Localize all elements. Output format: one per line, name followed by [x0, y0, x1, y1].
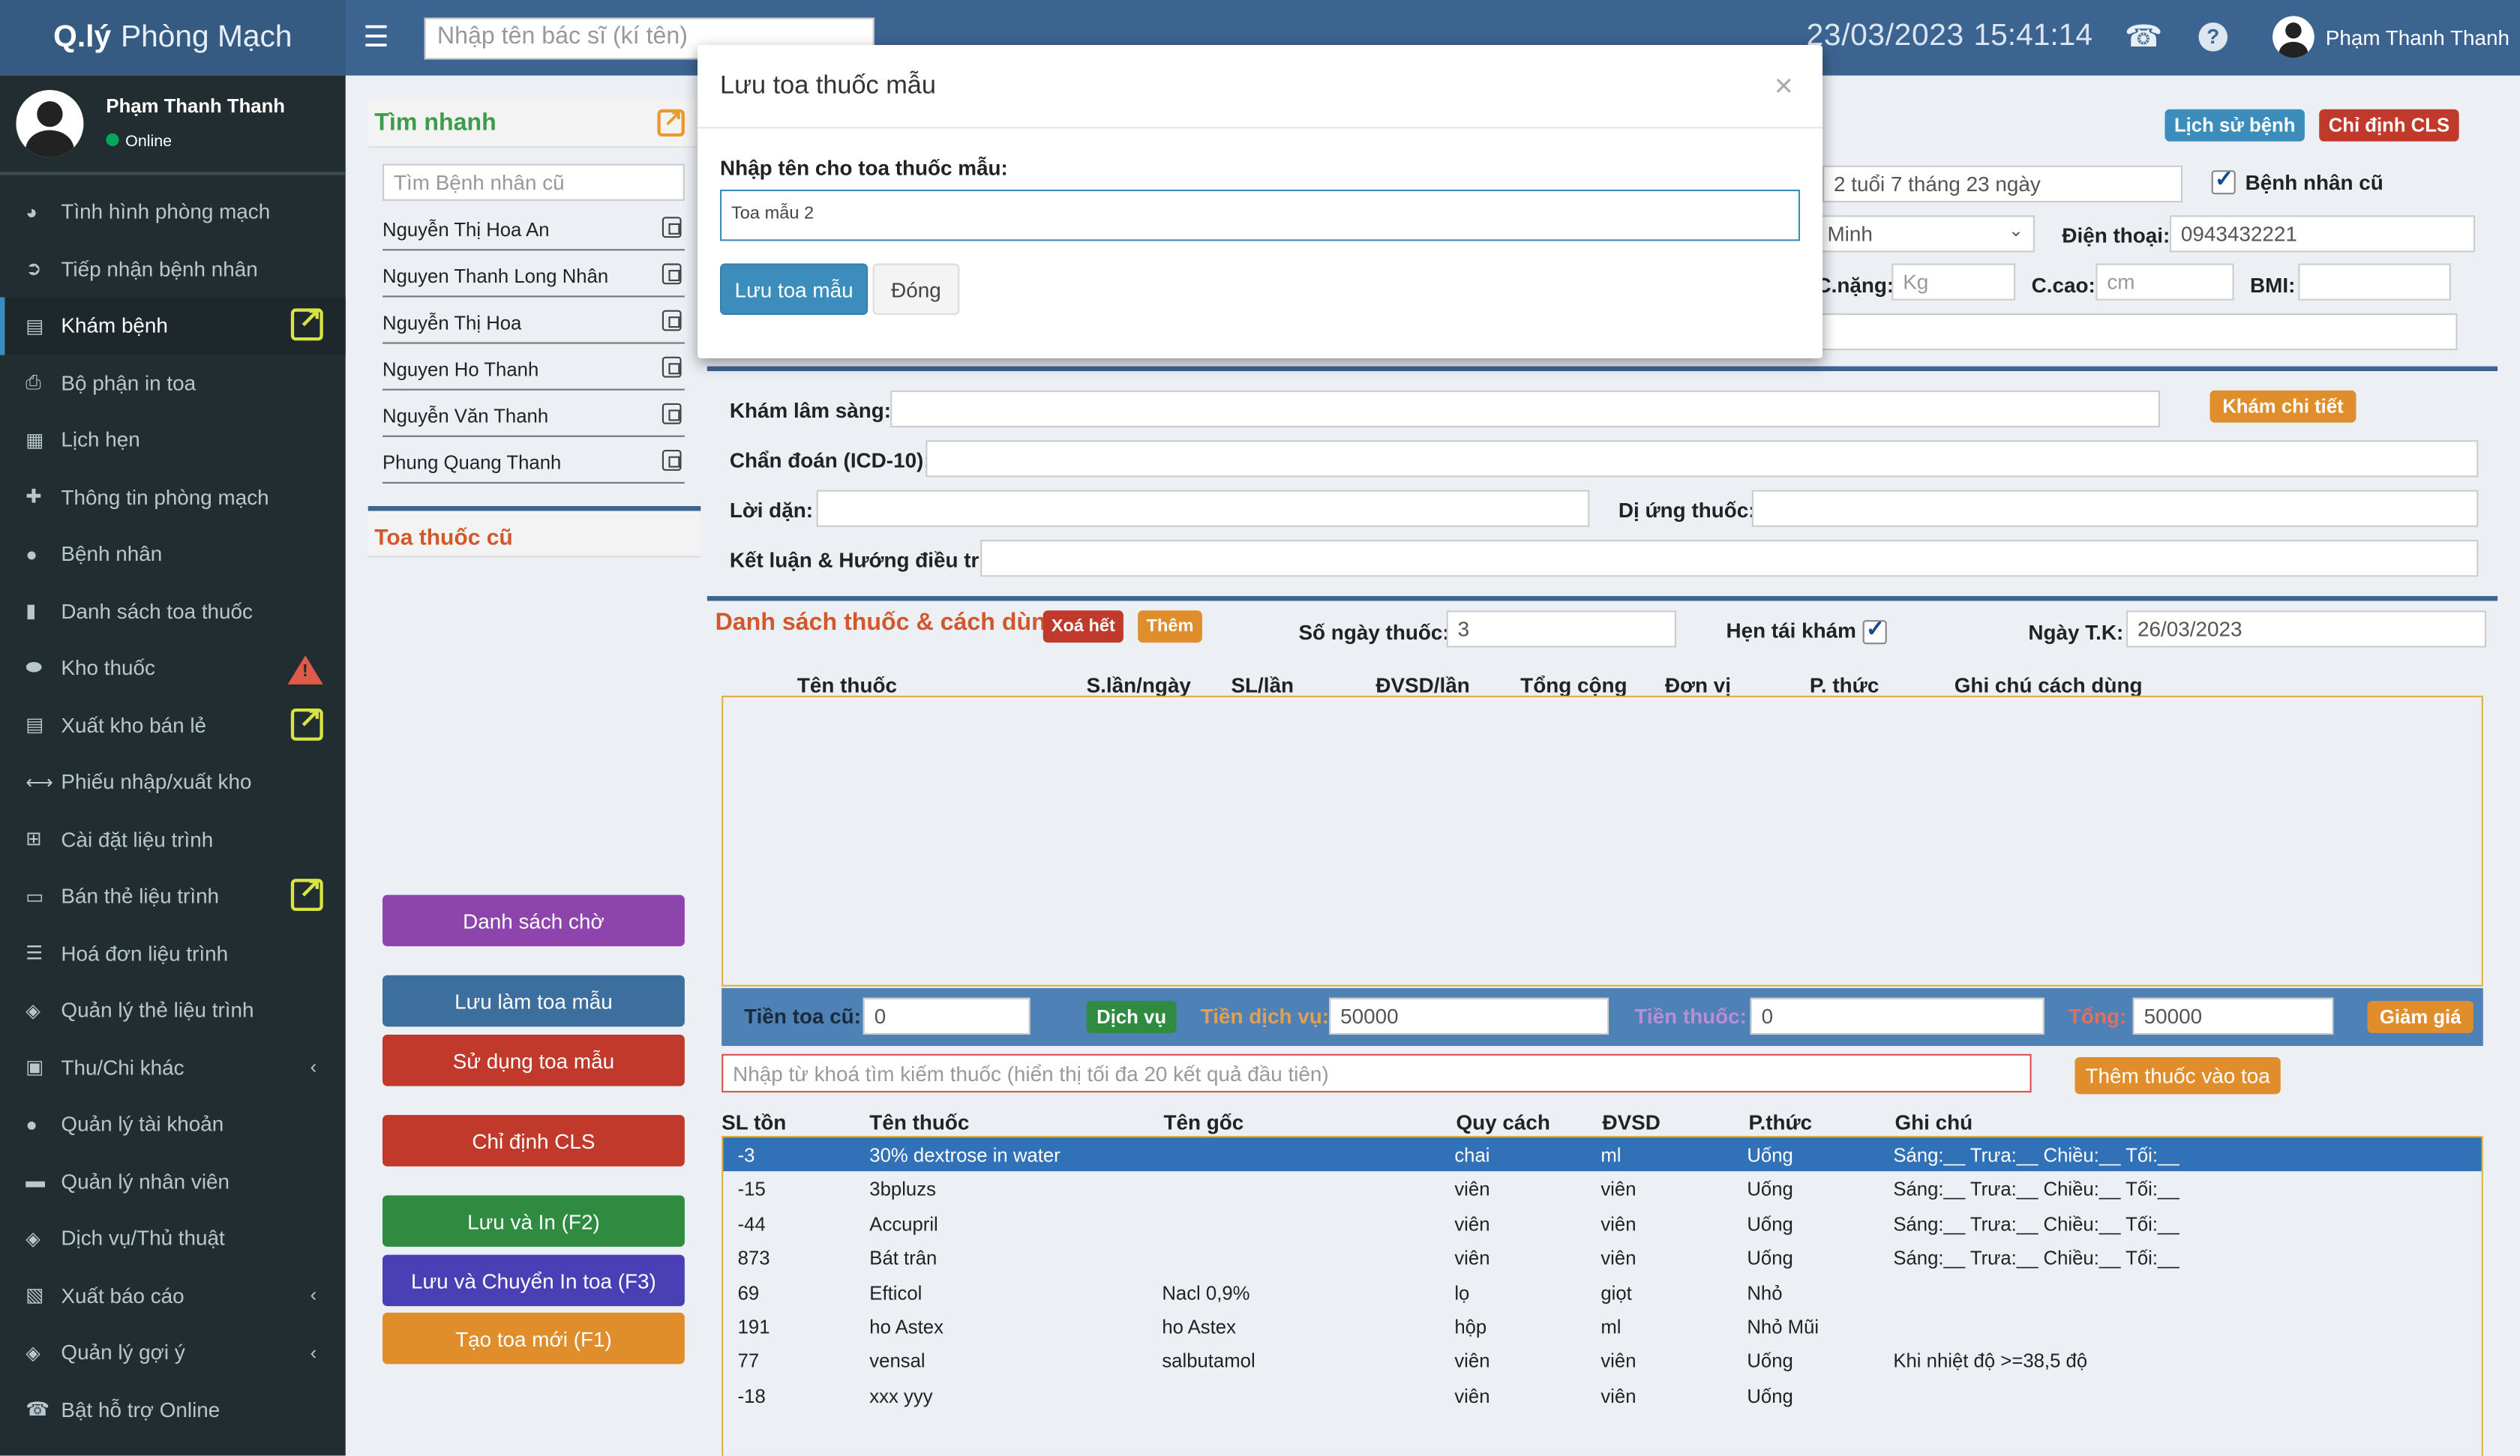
template-name-label: Nhập tên cho toa thuốc mẫu:: [720, 155, 1008, 181]
close-icon[interactable]: ×: [1774, 69, 1793, 106]
save-template-dialog: Lưu toa thuốc mẫu × Nhập tên cho toa thu…: [698, 45, 1823, 358]
dialog-title: Lưu toa thuốc mẫu: [720, 72, 936, 100]
app-root: Q.lý Phòng Mạch ☰ Nhập tên bác sĩ (kí tên…: [0, 0, 2520, 1456]
dialog-divider: [698, 127, 1823, 129]
close-dialog-button[interactable]: Đóng: [872, 263, 960, 316]
template-name-input[interactable]: Toa mẫu 2: [720, 189, 1801, 241]
save-template-confirm-button[interactable]: Lưu toa mẫu: [720, 263, 868, 316]
